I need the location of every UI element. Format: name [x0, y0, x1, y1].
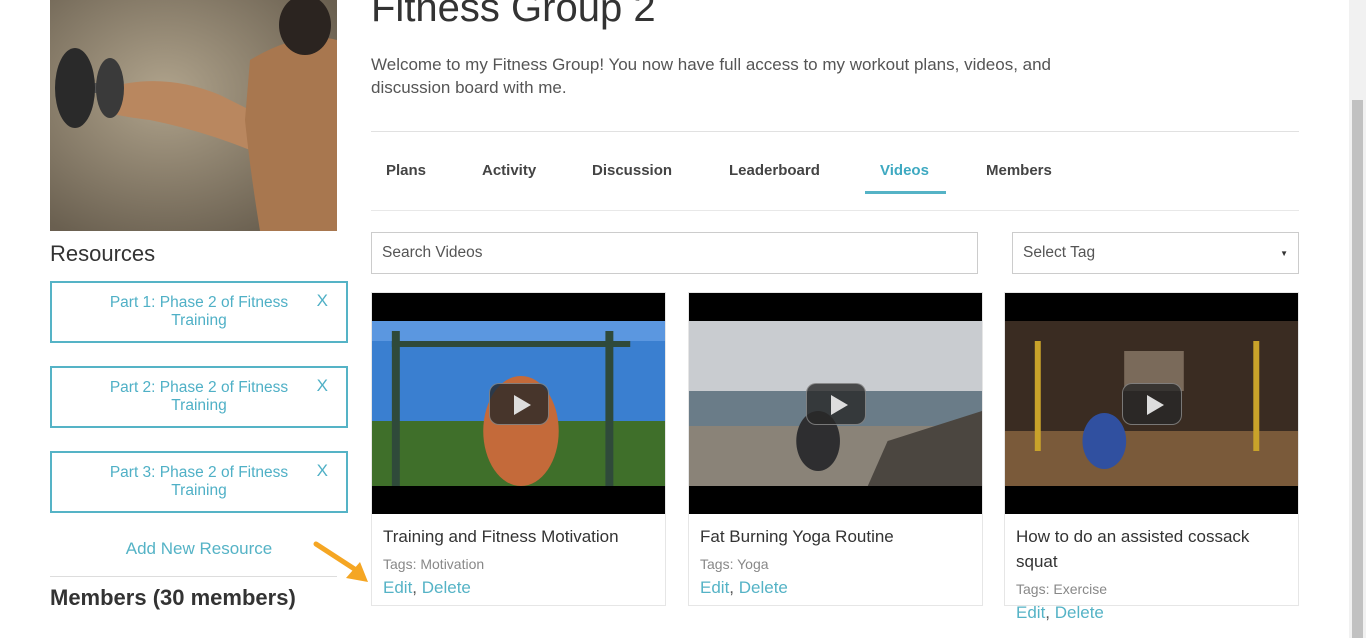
- video-card: Fat Burning Yoga Routine Tags: Yoga Edit…: [688, 292, 983, 606]
- edit-link[interactable]: Edit: [1016, 603, 1045, 622]
- video-tags: Tags: Motivation: [383, 556, 485, 572]
- tab-discussion[interactable]: Discussion: [592, 162, 672, 179]
- tab-leaderboard[interactable]: Leaderboard: [729, 162, 820, 179]
- divider: [371, 131, 1299, 132]
- resource-item[interactable]: Part 1: Phase 2 of Fitness Training X: [50, 281, 348, 343]
- video-title: How to do an assisted cossack squat: [1016, 527, 1250, 571]
- resources-heading: Resources: [50, 241, 156, 266]
- add-resource-link[interactable]: Add New Resource: [50, 539, 348, 559]
- active-tab-indicator: [865, 191, 946, 194]
- edit-link[interactable]: Edit: [700, 578, 729, 597]
- close-icon[interactable]: X: [317, 376, 328, 396]
- resource-item[interactable]: Part 2: Phase 2 of Fitness Training X: [50, 366, 348, 428]
- video-thumbnail[interactable]: [372, 293, 665, 514]
- delete-link[interactable]: Delete: [422, 578, 471, 597]
- close-icon[interactable]: X: [317, 291, 328, 311]
- play-icon[interactable]: [488, 382, 549, 425]
- video-actions: Edit, Delete: [383, 578, 471, 597]
- video-actions: Edit, Delete: [700, 578, 788, 597]
- video-card: Training and Fitness Motivation Tags: Mo…: [371, 292, 666, 606]
- sidebar: Resources Part 1: Phase 2 of Fitness Tra…: [50, 0, 348, 611]
- tab-plans[interactable]: Plans: [386, 162, 426, 179]
- resource-link[interactable]: Part 3: Phase 2 of Fitness Training: [89, 464, 309, 500]
- delete-link[interactable]: Delete: [1055, 603, 1104, 622]
- tab-members[interactable]: Members: [986, 162, 1052, 179]
- tag-select[interactable]: Select Tag ▼: [1012, 232, 1299, 274]
- video-thumbnail[interactable]: [689, 293, 982, 514]
- edit-link[interactable]: Edit: [383, 578, 412, 597]
- video-card: How to do an assisted cossack squat Tags…: [1004, 292, 1299, 622]
- video-title: Fat Burning Yoga Routine: [700, 527, 894, 546]
- scrollbar-thumb[interactable]: [1352, 100, 1363, 638]
- tag-select-value: Select Tag: [1023, 244, 1096, 261]
- video-actions: Edit, Delete: [1016, 603, 1104, 622]
- search-videos-input[interactable]: [371, 232, 978, 274]
- resource-link[interactable]: Part 2: Phase 2 of Fitness Training: [89, 379, 309, 415]
- delete-link[interactable]: Delete: [739, 578, 788, 597]
- tab-activity[interactable]: Activity: [482, 162, 536, 179]
- play-icon[interactable]: [805, 382, 866, 425]
- resource-link[interactable]: Part 1: Phase 2 of Fitness Training: [89, 294, 309, 330]
- arrow-annotation-icon: [313, 541, 368, 582]
- divider: [50, 576, 337, 577]
- page-title: Fitness Group 2: [371, 0, 656, 30]
- close-icon[interactable]: X: [317, 461, 328, 481]
- caret-down-icon: ▼: [1280, 248, 1288, 258]
- video-title: Training and Fitness Motivation: [383, 527, 619, 546]
- resource-item[interactable]: Part 3: Phase 2 of Fitness Training X: [50, 451, 348, 513]
- page-scrollbar[interactable]: [1349, 0, 1366, 638]
- welcome-text: Welcome to my Fitness Group! You now hav…: [371, 55, 1052, 97]
- video-tags: Tags: Yoga: [700, 556, 769, 572]
- members-heading: Members (30 members): [50, 585, 296, 610]
- video-thumbnail[interactable]: [1005, 293, 1298, 514]
- group-cover-image: [50, 0, 337, 231]
- group-tabs: Plans Activity Discussion Leaderboard Vi…: [371, 146, 1299, 194]
- tab-videos[interactable]: Videos: [880, 162, 929, 179]
- video-tags: Tags: Exercise: [1016, 581, 1108, 597]
- divider: [371, 210, 1299, 211]
- play-icon[interactable]: [1121, 382, 1182, 425]
- resources-list: Part 1: Phase 2 of Fitness Training X Pa…: [50, 281, 348, 513]
